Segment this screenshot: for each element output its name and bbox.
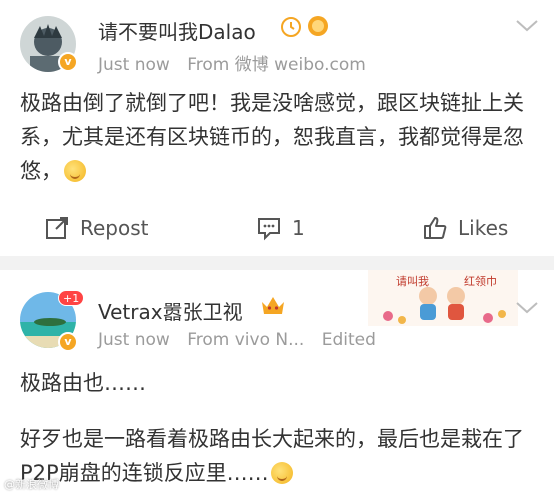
post-meta: Just now From 微博 weibo.com [98,50,378,75]
repost-label: Repost [80,216,149,240]
like-button[interactable]: Likes [422,208,508,248]
emoji-icon [270,462,293,484]
post-card-2: 请叫我 红领巾 +1 v Vetrax嚣张卫视 Just now From vi… [0,270,554,496]
comment-count: 1 [292,216,305,240]
username[interactable]: 请不要叫我Dalao [98,16,256,45]
post-card-1: v 请不要叫我Dalao Just now From 微博 weibo.com … [0,0,554,256]
post-body: 极路由也…… 好歹也是一路看着极路由长大起来的，最后也是栽在了P2P崩盘的连锁反… [20,366,536,490]
action-bar: Repost 1 Likes [0,208,554,248]
post-time: Just now [98,330,170,350]
verified-badge-icon: v [58,52,78,72]
promo-banner[interactable]: 请叫我 红领巾 [368,270,518,326]
clock-icon [281,17,301,37]
crown-icon [262,297,284,314]
comment-button[interactable]: 1 [256,208,305,248]
username[interactable]: Vetrax嚣张卫视 [98,296,243,325]
edited-label: Edited [321,330,376,350]
post-source[interactable]: From vivo N... [187,330,304,350]
emoji-icon [64,160,86,182]
post-divider [0,256,554,270]
post-meta: Just now From vivo N... Edited [98,330,388,350]
banner-text-right: 红领巾 [464,275,497,288]
notification-badge: +1 [58,290,85,306]
post-body: 极路由倒了就倒了吧！我是没啥感觉，跟区块链扯上关系，尤其是还有区块链币的，恕我直… [20,86,536,188]
post-body-text: 极路由倒了就倒了吧！我是没啥感觉，跟区块链扯上关系，尤其是还有区块链币的，恕我直… [20,91,524,183]
member-icon [308,16,328,36]
post-time: Just now [98,55,170,75]
banner-text-left: 请叫我 [396,275,429,288]
post-body-line-1: 极路由也…… [20,371,146,395]
chevron-down-icon[interactable] [514,300,540,316]
comment-icon [258,218,280,241]
thumbs-up-icon [424,217,447,239]
verified-badge-icon: v [58,332,78,352]
repost-button[interactable]: Repost [44,208,149,248]
post-source[interactable]: From 微博 weibo.com [187,55,366,75]
chevron-down-icon[interactable] [514,18,540,34]
watermark: @新浪微博 [4,478,59,491]
repost-icon [46,217,68,239]
likes-label: Likes [458,216,509,240]
